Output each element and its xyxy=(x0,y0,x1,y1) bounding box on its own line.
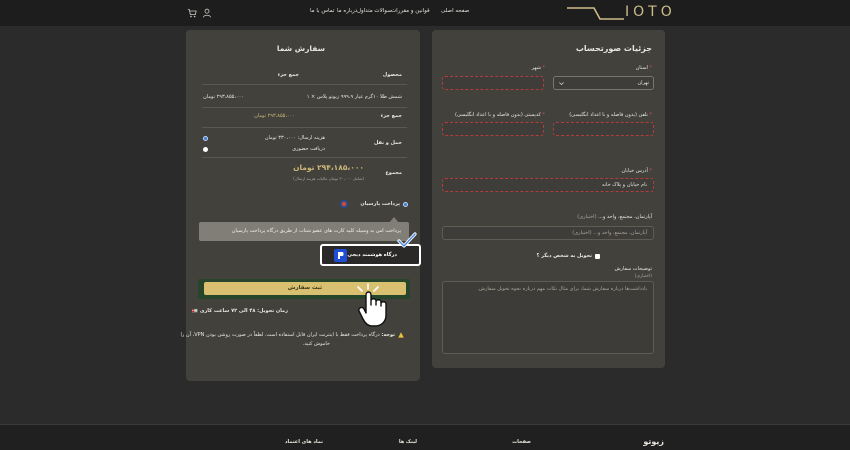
shipping-label: حمل و نقل xyxy=(374,140,402,146)
address-placeholder: نام خیابان و پلاک خانه xyxy=(601,182,647,188)
gateway-label: درگاه هوشمند دیجی‌پی xyxy=(340,252,397,258)
subtotal-label: جمع جزء xyxy=(380,113,402,119)
notes-placeholder: یادداشت‌ها درباره سفارش شما، برای مثال ن… xyxy=(477,286,647,292)
postal-input[interactable] xyxy=(442,122,544,136)
payment-description: پرداخت امن به وسیله کلیه کارت های عضو شت… xyxy=(231,228,401,234)
province-label: * استان xyxy=(635,65,652,71)
cart-icon[interactable] xyxy=(187,8,197,18)
total-value: ۲۹۴،۱۸۵،۰۰۰ تومان xyxy=(293,163,364,172)
footer-trust: نماد های اعتماد xyxy=(284,439,323,445)
ship-other-checkbox[interactable] xyxy=(595,254,600,259)
phone-label: * تلفن (بدون فاصله و با اعداد انگلیسی) xyxy=(569,112,652,118)
ship-other-label: تحویل به شخص دیگر ؟ xyxy=(536,253,592,259)
shipping-option-pickup: دریافت حضوری xyxy=(292,146,325,152)
parsian-logo-icon xyxy=(339,199,349,209)
subtotal-value: ۲۹۳،۸۵۵،۰۰۰ تومان xyxy=(254,113,295,119)
shipping-radio-pickup[interactable] xyxy=(203,147,208,152)
item-name: شمش طلا ۱۰گرم عیار ۹۹۹،۹ زیوتو پلاس × ۱ xyxy=(306,94,402,100)
payment-radio-parsian[interactable] xyxy=(403,202,408,207)
nav-terms[interactable]: قوانین و مقررات xyxy=(391,8,430,14)
nav-faq[interactable]: سوالات متداول xyxy=(357,8,392,14)
col-subtotal: جمع جزء xyxy=(277,72,299,78)
nav-home[interactable]: صفحه اصلی xyxy=(441,8,469,14)
city-input[interactable] xyxy=(442,76,544,90)
chevron-down-icon xyxy=(559,82,564,86)
province-select[interactable]: تهران xyxy=(553,76,654,90)
check-mark-icon xyxy=(397,232,417,248)
footer-brand: زیوتو xyxy=(643,437,664,446)
total-label: مجموع xyxy=(385,170,402,176)
col-product: محصول xyxy=(382,72,402,78)
site-footer: زیوتو صفحات لینک ها نماد های اعتماد xyxy=(0,424,850,450)
item-price: ۲۹۳،۸۵۵،۰۰۰ تومان xyxy=(203,94,244,100)
nav-about[interactable]: درباره ما xyxy=(337,8,357,14)
postal-label: * کدپستی (بدون فاصله و با اعداد انگلیسی) xyxy=(455,112,545,118)
payment-description-box: پرداخت امن به وسیله کلیه کارت های عضو شت… xyxy=(199,222,409,241)
hand-pointer-icon xyxy=(357,283,387,327)
warning-text: توجه: درگاه پرداخت فقط با اینترنت ایران … xyxy=(180,332,395,338)
nav-contact[interactable]: تماس با ما xyxy=(310,8,334,14)
province-value: تهران xyxy=(637,80,649,86)
digipay-logo-icon xyxy=(334,249,347,262)
notes-textarea[interactable]: یادداشت‌ها درباره سفارش شما، برای مثال ن… xyxy=(442,281,654,354)
unit-input[interactable]: آپارتمان، مجتمع، واحد و... (اختیاری) xyxy=(442,226,654,240)
divider xyxy=(202,107,407,108)
payment-method-label: پرداخت پارسیان xyxy=(360,201,400,207)
warning-text-line2: خاموش کنید. xyxy=(302,341,330,347)
shipping-radio-delivery[interactable] xyxy=(203,136,208,141)
address-input[interactable]: نام خیابان و پلاک خانه xyxy=(442,178,654,192)
divider xyxy=(202,127,407,128)
delivery-note: زمان تحویل: ۴۸ الی ۷۲ ساعت کاری 🚛 xyxy=(191,308,288,314)
warning-icon xyxy=(398,332,404,338)
divider xyxy=(202,157,407,158)
unit-label: آپارتمان، مجتمع، واحد و... (اختیاری) xyxy=(577,214,652,220)
total-note: (شامل ۳۰،۰۰۰ تومان مالیات هزینه ارسال) xyxy=(293,176,364,181)
divider xyxy=(202,84,407,85)
address-label: * آدرس خیابان xyxy=(621,168,652,174)
shipping-option-delivery: هزینه ارسال: ۳۳۰،۰۰۰ تومان xyxy=(264,135,325,141)
phone-input[interactable] xyxy=(553,122,654,136)
order-title: سفارش شما xyxy=(276,44,325,53)
city-label: * شهر xyxy=(531,65,545,71)
footer-pages: صفحات xyxy=(512,439,531,445)
unit-placeholder: آپارتمان، مجتمع، واحد و... (اختیاری) xyxy=(572,230,647,236)
site-header: IOTO صفحه اصلی قوانین و مقررات سوالات مت… xyxy=(0,0,850,26)
footer-links: لینک ها xyxy=(398,439,417,445)
notes-label: توضیحات سفارش xyxy=(614,266,652,272)
user-icon[interactable] xyxy=(202,8,212,18)
logo-text[interactable]: IOTO xyxy=(625,4,676,20)
notes-optional: (اختیاری) xyxy=(634,274,652,279)
billing-title: جزئیات صورتحساب xyxy=(575,44,652,53)
